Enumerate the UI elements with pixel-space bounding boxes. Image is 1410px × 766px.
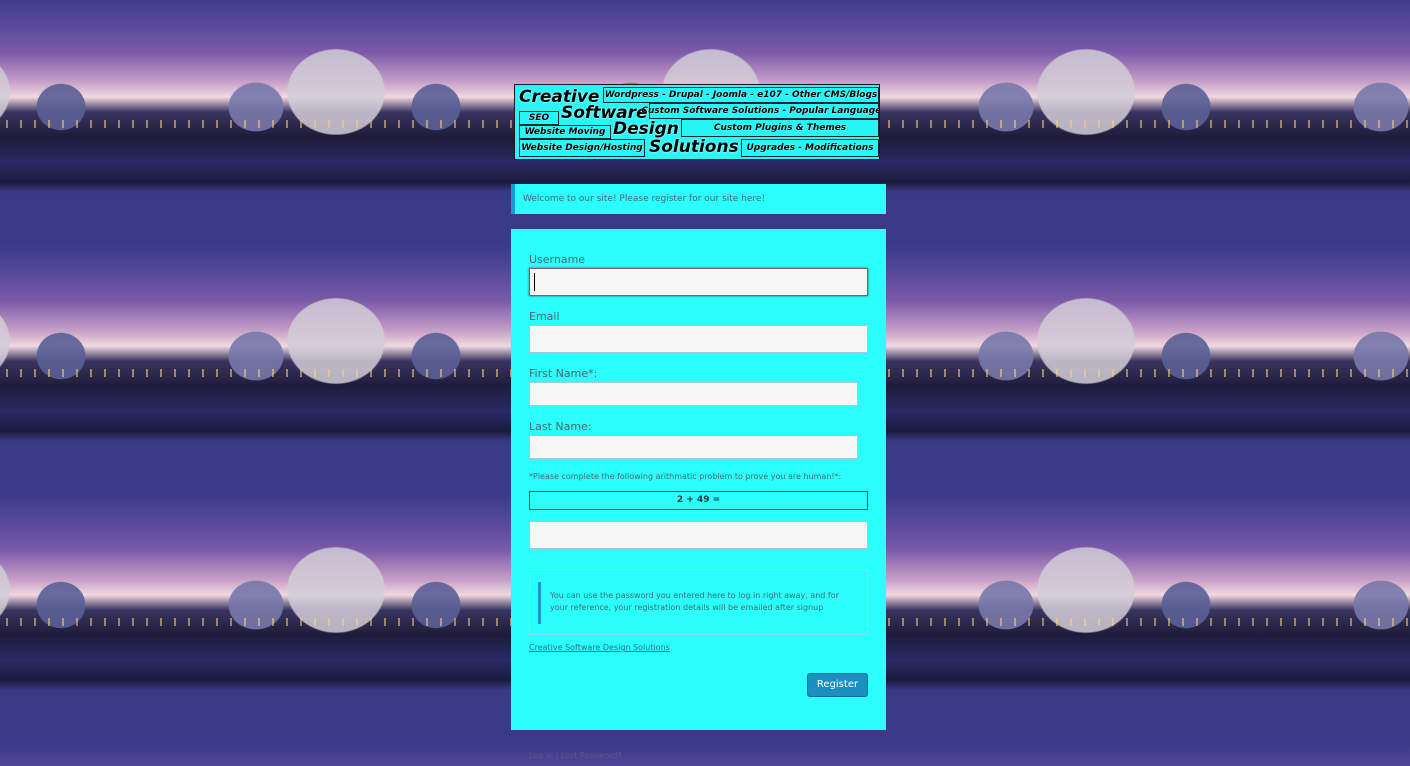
register-button[interactable]: Register [807,673,868,697]
site-header-logo[interactable]: Creative Software Design Solutions Wordp… [514,84,880,160]
email-input[interactable] [529,325,868,353]
captcha-instructions: *Please complete the following arithmati… [529,472,842,481]
username-input[interactable] [529,268,868,296]
last-name-input[interactable] [529,435,858,459]
captcha-answer-input[interactable] [529,521,868,549]
text-caret [534,273,535,291]
registration-form: Username Email First Name*: Last Name: *… [511,229,886,730]
last-name-label: Last Name: [529,420,592,433]
first-name-input[interactable] [529,382,858,406]
site-home-link[interactable]: Creative Software Design Solutions [529,643,670,652]
banner-tag-custom-software: Custom Software Solutions - Popular Lang… [641,103,879,119]
banner-tag-seo: SEO [519,111,559,125]
banner-tag-plugins: Custom Plugins & Themes [681,119,879,137]
email-label: Email [529,310,560,323]
banner-tag-upgrades: Upgrades - Modifications [741,139,879,157]
banner-tag-cms: Wordpress - Drupal - Joomla - e107 - Oth… [603,87,879,103]
banner-title-design: Design [613,119,679,139]
welcome-message: Welcome to our site! Please register for… [511,184,886,214]
footer-login-links[interactable]: Log in | Lost Password? [529,751,622,760]
banner-title-solutions: Solutions [649,137,739,157]
captcha-problem: 2 + 49 = [529,491,868,510]
first-name-label: First Name*: [529,367,598,380]
notice-text: You can use the password you entered her… [550,591,839,612]
password-notice: You can use the password you entered her… [529,569,868,635]
banner-tag-moving: Website Moving [519,125,611,139]
notice-accent-bar [538,582,541,624]
username-label: Username [529,253,586,266]
banner-tag-hosting: Website Design/Hosting [519,139,645,157]
